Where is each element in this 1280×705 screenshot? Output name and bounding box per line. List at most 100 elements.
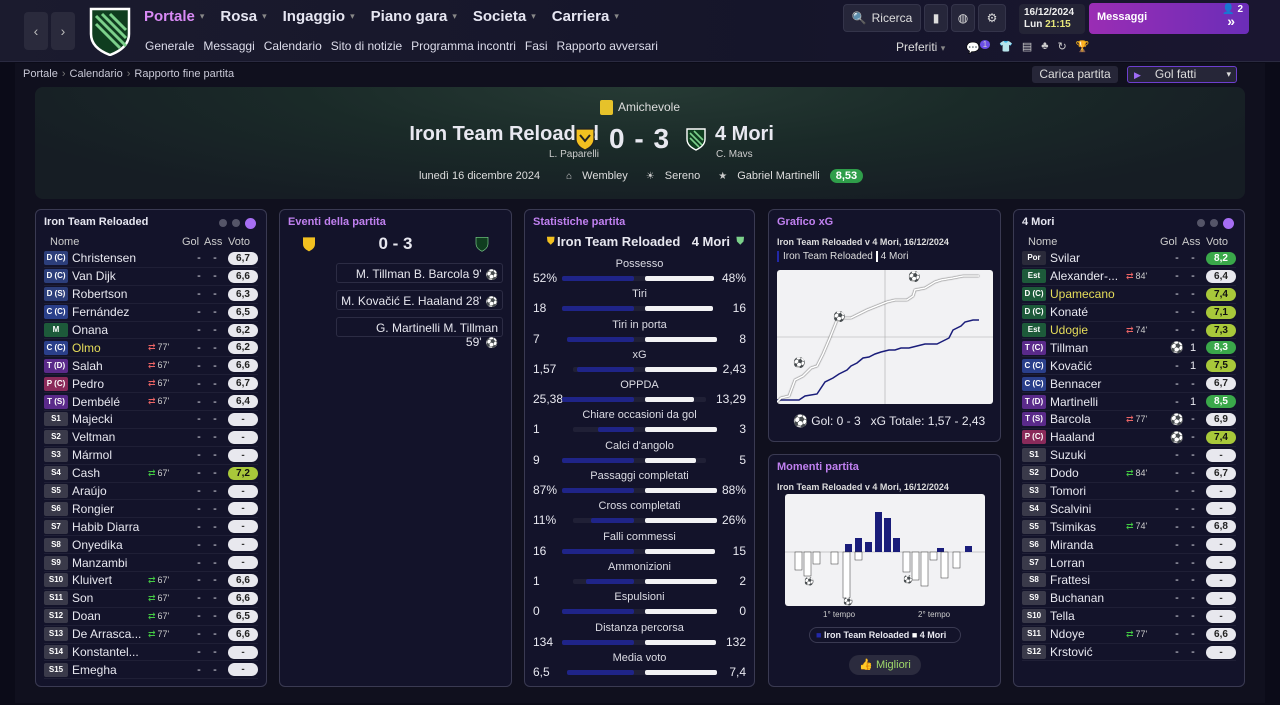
player-name[interactable]: Lorran [1050,556,1126,570]
player-row[interactable]: S3 Mármol - - - [44,447,258,465]
player-row[interactable]: S3 Tomori - - - [1022,483,1236,501]
player-name[interactable]: Doan [72,609,148,623]
player-name[interactable]: Habib Diarra [72,520,148,534]
shirt-icon[interactable]: 👕 [999,40,1013,55]
player-name[interactable]: Olmo [72,341,148,355]
event-row[interactable]: M. Tillman B. Barcola 9' ⚽ [336,263,503,283]
player-name[interactable]: Mármol [72,448,148,462]
player-row[interactable]: S1 Suzuki - - - [1022,447,1236,465]
home-team-name[interactable]: Iron Team Reloaded [409,123,599,146]
player-row[interactable]: S5 Araújo - - - [44,483,258,501]
player-name[interactable]: Salah [72,359,148,373]
player-name[interactable]: Scalvini [1050,502,1126,516]
back-button[interactable]: ‹ [24,12,48,50]
best-button[interactable]: 👍 Migliori [849,655,921,675]
player-row[interactable]: C (C) Olmo ⇄ 77' - -6,2 [44,339,258,358]
player-row[interactable]: Est Alexander-... ⇄ 84' - -6,4 [1022,268,1236,286]
player-name[interactable]: Van Dijk [72,269,148,283]
messages-button[interactable]: Messaggi 👤 2 » [1089,3,1249,34]
nav-societa[interactable]: Societa ▾ [473,8,536,25]
breadcrumb-item[interactable]: Portale [23,68,58,80]
player-name[interactable]: Emegha [72,663,148,677]
player-name[interactable]: Manzambi [72,556,148,570]
nav-piano-gara[interactable]: Piano gara ▾ [371,8,457,25]
player-row[interactable]: S2 Dodo ⇄ 84' - -6,7 [1022,465,1236,483]
player-name[interactable]: Fernández [72,305,148,319]
chat-icon[interactable]: 💬 1 [966,40,991,55]
settings-button[interactable]: ⚙ [978,4,1006,32]
player-row[interactable]: S2 Veltman - - - [44,429,258,447]
player-row[interactable]: T (C) Tillman ⚽ 1 8,3 [1022,339,1236,358]
player-row[interactable]: S4 Scalvini - - - [1022,500,1236,519]
col-name[interactable]: Nome [1022,236,1160,250]
player-row[interactable]: S11 Son ⇄ 67' - -6,6 [44,590,258,608]
player-name[interactable]: Onana [72,323,148,337]
player-row[interactable]: D (C) Van Dijk - -6,6 [44,268,258,286]
tactics-icon[interactable]: ♣ [1041,40,1048,55]
player-name[interactable]: Konstantel... [72,645,148,659]
load-match-button[interactable]: Carica partita [1032,66,1118,83]
player-row[interactable]: S7 Habib Diarra - - - [44,518,258,537]
player-row[interactable]: S12 Krstović - - - [1022,644,1236,662]
player-name[interactable]: Alexander-... [1050,269,1126,283]
player-name[interactable]: Onyedika [72,538,148,552]
player-row[interactable]: D (C) Christensen - -6,7 [44,250,258,268]
subnav-item[interactable]: Fasi [525,39,548,53]
nav-carriera[interactable]: Carriera ▾ [552,8,619,25]
breadcrumb-item[interactable]: Calendario [70,68,123,80]
forward-button[interactable]: › [51,12,75,50]
player-row[interactable]: S1 Majecki - - - [44,411,258,429]
nav-rosa[interactable]: Rosa ▾ [220,8,266,25]
player-name[interactable]: Rongier [72,502,148,516]
pager-dot[interactable] [1210,219,1218,227]
player-name[interactable]: Araújo [72,484,148,498]
player-row[interactable]: D (S) Robertson - -6,3 [44,286,258,304]
player-name[interactable]: Tomori [1050,484,1126,498]
player-row[interactable]: S11 Ndoye ⇄ 77' - -6,6 [1022,626,1236,644]
subnav-item[interactable]: Calendario [264,39,322,53]
player-name[interactable]: Veltman [72,430,148,444]
player-row[interactable]: S12 Doan ⇄ 67' - -6,5 [44,608,258,626]
pager-dot[interactable] [232,219,240,227]
player-name[interactable]: Miranda [1050,538,1126,552]
player-row[interactable]: C (C) Fernández - -6,5 [44,304,258,322]
player-name[interactable]: Upamecano [1050,287,1126,301]
player-name[interactable]: Kovačić [1050,359,1126,373]
away-team-name[interactable]: 4 Mori [715,123,774,146]
player-row[interactable]: Por Svilar - -8,2 [1022,250,1236,268]
subnav-item[interactable]: Sito di notizie [331,39,402,53]
player-name[interactable]: De Arrasca... [72,627,148,641]
player-name[interactable]: Son [72,591,148,605]
player-row[interactable]: S13 De Arrasca... ⇄ 77' - -6,6 [44,626,258,644]
col-goals[interactable]: Gol [1160,236,1182,250]
document-icon[interactable]: ▤ [1022,40,1032,55]
refresh-icon[interactable]: ↻ [1057,40,1066,55]
player-name[interactable]: Dodo [1050,466,1126,480]
player-name[interactable]: Dembélé [72,395,148,409]
player-name[interactable]: Cash [72,466,148,480]
nav-portale[interactable]: Portale ▾ [144,8,204,25]
player-row[interactable]: T (D) Martinelli -1 8,5 [1022,393,1236,412]
event-row[interactable]: M. Kovačić E. Haaland 28' ⚽ [336,290,503,310]
player-row[interactable]: T (D) Salah ⇄ 67' - -6,6 [44,357,258,376]
col-goals[interactable]: Gol [182,236,204,250]
player-row[interactable]: S7 Lorran - - - [1022,554,1236,573]
date-display[interactable]: 16/12/2024 Lun 21:15 [1019,4,1085,34]
pager-dot-active[interactable] [1223,218,1234,229]
player-name[interactable]: Christensen [72,251,148,265]
player-row[interactable]: P (C) Haaland ⚽ -7,4 [1022,429,1236,447]
nav-ingaggio[interactable]: Ingaggio ▾ [283,8,355,25]
globe-button[interactable]: ◍ [951,4,975,32]
player-row[interactable]: C (C) Bennacer - -6,7 [1022,375,1236,394]
pager-dot-active[interactable] [245,218,256,229]
col-name[interactable]: Nome [44,236,182,250]
player-row[interactable]: T (S) Barcola ⇄ 77' ⚽ -6,9 [1022,411,1236,429]
bookmark-button[interactable]: ▮ [924,4,948,32]
goals-dropdown[interactable]: ▶ Gol fatti ▾ [1127,66,1237,83]
player-name[interactable]: Pedro [72,377,148,391]
event-row[interactable]: G. Martinelli M. Tillman 59' ⚽ [336,317,503,349]
pager-dots[interactable] [219,218,256,229]
player-name[interactable]: Frattesi [1050,573,1126,587]
player-name[interactable]: Svilar [1050,251,1126,265]
player-row[interactable]: S6 Miranda - - - [1022,536,1236,555]
